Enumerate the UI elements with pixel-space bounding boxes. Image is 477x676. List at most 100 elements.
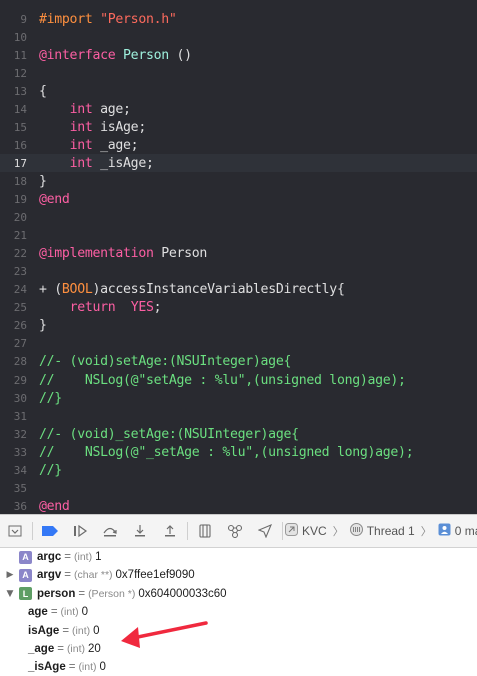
code-token: isAge; [92,119,146,135]
variable-name: age [28,606,48,619]
view-hierarchy-icon[interactable] [190,519,220,543]
code-line[interactable]: 22 @implementation Person [0,245,477,263]
variable-row[interactable]: ▼ Lperson = (Person *) 0x604000033c60 [4,585,227,603]
line-number: 13 [13,84,27,98]
code-line[interactable]: 30 //} [0,389,477,407]
code-token: @implementation [39,246,154,262]
code-line[interactable]: 25 return YES; [0,299,477,317]
variable-name: _isAge [28,661,66,674]
code-line[interactable]: 19 @end [0,191,477,209]
breadcrumb-thread[interactable]: Thread 1 [349,519,415,543]
variable-row[interactable]: age = (int) 0 [28,603,88,621]
code-text: @implementation Person [39,246,207,261]
line-number: 26 [13,319,27,333]
equals-sign: = [64,569,72,582]
code-line[interactable]: 20 [0,209,477,227]
code-line[interactable]: 33 // NSLog(@"_setAge : %lu",(unsigned lo… [0,443,477,461]
code-line[interactable]: 29 // NSLog(@"setAge : %lu",(unsigned lon… [0,371,477,389]
code-line[interactable]: 18} [0,172,477,190]
variable-value: 0x7ffee1ef9090 [115,569,195,582]
equals-sign: = [50,606,58,619]
step-out-icon[interactable] [155,519,185,543]
code-line[interactable]: 13 { [0,82,477,100]
code-line[interactable]: 34 //} [0,461,477,479]
code-text: // NSLog(@"_setAge : %lu",(unsigned long… [39,445,414,460]
equals-sign: = [68,661,76,674]
continue-icon[interactable] [65,519,95,543]
code-editor[interactable]: 9 #import "Person.h" 10 11 @interface Person… [0,0,477,514]
line-number: 33 [13,445,27,459]
code-line[interactable]: 15 int isAge; [0,118,477,136]
code-line[interactable]: 10 [0,28,477,46]
code-line[interactable]: 16 int _age; [0,136,477,154]
code-line[interactable]: 12 [0,64,477,82]
simulate-location-icon[interactable] [250,519,280,543]
thread-icon [349,523,363,539]
variable-row[interactable]: ▶ Aargv = (char **) 0x7ffee1ef9090 [4,566,195,584]
code-token: ; [153,300,162,316]
code-text: @interface Person () [39,48,192,63]
line-number: 21 [13,229,27,243]
memory-graph-icon[interactable] [220,519,250,543]
line-number: 25 [13,301,27,315]
code-line[interactable]: 26} [0,317,477,335]
line-number: 19 [13,193,27,206]
line-number: 29 [13,373,27,387]
code-line[interactable]: 9 #import "Person.h" [0,10,477,28]
line-number: 24 [13,283,27,297]
code-token: Person [123,47,169,63]
code-token: @end [39,498,70,514]
code-line[interactable]: 35 [0,479,477,497]
variables-view: Aargc = (int) 1 ▶ Aargv = (char **) 0x7ffee1ef90… [0,548,477,676]
equals-sign: = [64,551,72,563]
code-line[interactable]: 21 [0,227,477,245]
step-over-icon[interactable] [95,519,125,543]
code-token: YES [130,300,154,316]
code-token: _isAge; [92,155,154,171]
line-number: 16 [13,138,27,152]
disclosure-expanded-icon[interactable]: ▼ [4,589,16,599]
code-line[interactable]: 28 //- (void)setAge:(NSUInteger)age{ [0,353,477,371]
code-line[interactable]: 36 @end [0,497,477,514]
code-token: return [69,300,116,316]
argument-variable-icon: A [19,568,32,582]
code-token: "Person.h" [100,11,177,27]
variable-value: 0 [99,661,106,674]
frame-icon [438,523,451,539]
hide-debug-area-icon[interactable] [0,519,30,543]
code-line[interactable]: 23 [0,263,477,281]
step-into-icon[interactable] [125,519,155,543]
code-line[interactable]: 14 int age; [0,100,477,118]
debug-bar: KVC 〉 Thread 1 〉 0 main [0,514,477,548]
breadcrumb-target-label: KVC [302,524,327,538]
code-line[interactable]: 31 [0,407,477,425]
argument-variable-icon: A [19,550,32,564]
code-token: )accessInstanceVariablesDirectly{ [92,282,345,298]
line-number: 36 [13,499,27,513]
code-line[interactable]: 24 + (BOOL)accessInstanceVariablesDirectl… [0,281,477,299]
code-token: //- (void)setAge:(NSUInteger)age{ [39,354,292,370]
variable-name: _age [28,643,55,655]
code-text: //} [39,463,62,478]
breadcrumb-frame[interactable]: 0 main [438,519,477,543]
variable-row[interactable]: _isAge = (int) 0 [28,658,106,676]
line-number: 32 [13,427,27,441]
variable-row[interactable]: _age = (int) 20 [28,640,101,658]
code-line[interactable]: 27 [0,335,477,353]
separator [282,522,283,540]
code-token: int [69,119,93,135]
code-token: _age; [92,137,139,153]
variable-row[interactable]: Aargc = (int) 1 [4,548,102,566]
code-line-current[interactable]: 17 int _isAge; [0,154,477,173]
breadcrumb-target[interactable]: KVC [285,519,327,543]
variable-row[interactable]: isAge = (int) 0 [28,622,100,640]
code-line[interactable]: 32 //- (void)_setAge:(NSUInteger)age{ [0,425,477,443]
variable-name: person [37,587,76,600]
code-line[interactable]: 11 @interface Person () [0,46,477,64]
disclosure-collapsed-icon[interactable]: ▶ [4,570,16,580]
line-number: 9 [20,12,27,26]
breakpoints-toggle-icon[interactable] [35,519,65,543]
